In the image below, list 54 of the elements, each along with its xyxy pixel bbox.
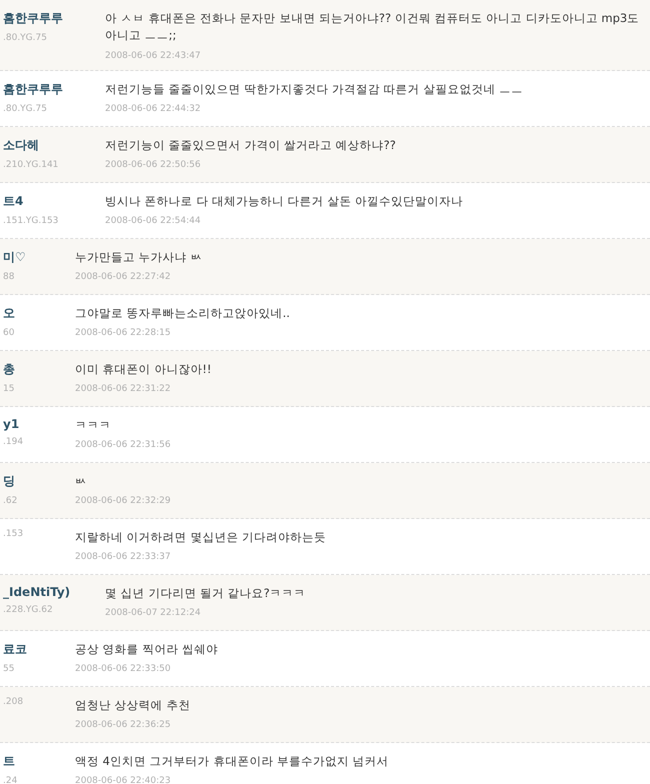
author-name[interactable]: _IdeNtiTy) — [3, 584, 105, 598]
comment-date: 2008-06-06 22:36:25 — [75, 720, 172, 730]
comment-date: 2008-06-06 22:44:32 — [105, 104, 202, 114]
author-name[interactable]: 료코 — [3, 640, 75, 658]
author-name[interactable]: 총 — [3, 360, 75, 378]
author-name[interactable]: 트4 — [3, 192, 105, 210]
author-name[interactable]: 트 — [3, 752, 75, 770]
ip-address: .228.YG.62 — [3, 604, 54, 614]
ip-address: 88 — [3, 272, 16, 282]
comment-date: 2008-06-06 22:31:22 — [75, 384, 172, 394]
ip-address: 60 — [3, 328, 16, 338]
comment-text: 누가만들고 누가사냐 ㅄ — [75, 248, 204, 266]
comment-text: 액정 4인치면 그거부터가 휴대폰이라 부를수가없지 넘커서 — [75, 752, 390, 770]
comment-text: 저런기능이 줄줄있으면서 가격이 쌀거라고 예상하냐?? — [105, 136, 397, 154]
ip-address: .80.YG.75 — [3, 33, 48, 43]
comment-text: 이미 휴대폰이 아니잖아!! — [75, 360, 213, 378]
ip-address: .62 — [3, 496, 18, 506]
author-name[interactable]: 흠한쿠루루 — [3, 10, 105, 27]
comment-date: 2008-06-06 22:27:42 — [75, 272, 172, 282]
ip-address: 15 — [3, 384, 16, 394]
author-name[interactable]: 오 — [3, 304, 75, 322]
comment-date: 2008-06-06 22:50:56 — [105, 160, 202, 170]
ip-address: .194 — [3, 436, 24, 446]
ip-address: 55 — [3, 664, 16, 674]
author-name[interactable]: 미♡ — [3, 248, 75, 266]
author-name[interactable]: 소다헤 — [3, 136, 105, 154]
comment-text: 공상 영화를 찍어라 씹쉐야 — [75, 640, 219, 658]
ip-address: .80.YG.75 — [3, 104, 48, 114]
ip-address: .208 — [3, 696, 24, 706]
comment-text: 지랄하네 이거하려면 몇십년은 기다려야하는듯 — [75, 528, 327, 546]
comment-date: 2008-06-06 22:28:15 — [75, 328, 172, 338]
ip-address: .24 — [3, 776, 18, 784]
ip-address: .210.YG.141 — [3, 160, 60, 170]
comment-text: ㅋㅋㅋ — [75, 416, 112, 434]
comment-date: 2008-06-06 22:40:23 — [75, 776, 172, 784]
comment-text: 아 ㅅㅂ 휴대폰은 전화나 문자만 보내면 되는거아냐?? 이건뭐 컴퓨터도 아니고 디카도아니고 mp3도아니고 ㅡㅡ;; — [105, 10, 640, 44]
comment-text: 그야말로 똥자루빠는소리하고앉아있네.. — [75, 304, 291, 322]
comment-date: 2008-06-06 22:31:56 — [75, 440, 172, 450]
comment-text: 엄청난 상상력에 추천 — [75, 696, 192, 714]
comment-text: 빙시나 폰하나로 다 대체가능하니 다른거 살돈 아낄수있단말이자나 — [105, 192, 464, 210]
author-name[interactable]: 흠한쿠루루 — [3, 80, 105, 98]
comment-text: ㅄ — [75, 472, 88, 490]
comment-date: 2008-06-07 22:12:24 — [105, 608, 202, 618]
ip-address: .153 — [3, 528, 24, 538]
comment-date: 2008-06-06 22:54:44 — [105, 216, 202, 226]
ip-address: .151.YG.153 — [3, 216, 60, 226]
comment-text: 저런기능들 줄줄이있으면 딱한가지좋것다 가격절감 따른거 살필요없것네 ㅡㅡ — [105, 80, 524, 98]
comment-date: 2008-06-06 22:43:47 — [105, 50, 202, 60]
comment-date: 2008-06-06 22:33:37 — [75, 552, 172, 562]
comment-date: 2008-06-06 22:32:29 — [75, 496, 172, 506]
comment-date: 2008-06-06 22:33:50 — [75, 664, 172, 674]
comment-text: 몇 십년 기다리면 될거 같나요?ㅋㅋㅋ — [105, 584, 307, 602]
author-name[interactable]: y1 — [3, 416, 75, 430]
author-name[interactable]: 딩 — [3, 472, 75, 490]
